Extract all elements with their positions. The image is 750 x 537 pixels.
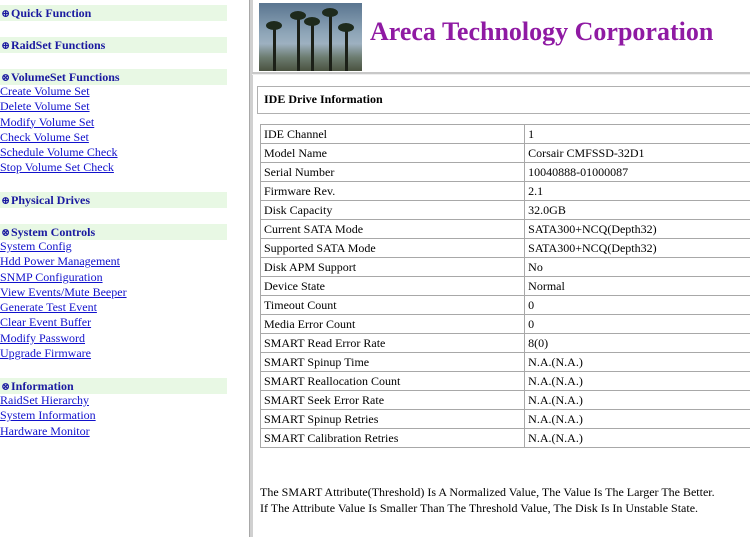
field-label: Model Name xyxy=(259,143,526,163)
nav-section-label: VolumeSet Functions xyxy=(11,70,120,84)
expand-icon: ⊕ xyxy=(1,40,11,52)
table-row: Device State Normal xyxy=(259,276,750,296)
nav-link-view-events[interactable]: View Events/Mute Beeper xyxy=(0,285,127,300)
field-value: 10040888-01000087 xyxy=(524,162,750,182)
nav-link-raidset-hierarchy[interactable]: RaidSet Hierarchy xyxy=(0,393,96,408)
nav-link-hardware-monitor[interactable]: Hardware Monitor xyxy=(0,424,96,439)
company-name: Areca Technology Corporation xyxy=(370,17,714,46)
field-value: SATA300+NCQ(Depth32) xyxy=(524,238,750,258)
field-value: N.A.(N.A.) xyxy=(524,371,750,391)
nav-section-label: Information xyxy=(11,379,74,393)
nav-section-label: System Controls xyxy=(11,225,96,239)
volumeset-links: Create Volume Set Delete Volume Set Modi… xyxy=(0,84,118,176)
field-value: N.A.(N.A.) xyxy=(524,352,750,372)
nav-link-hdd-power-management[interactable]: Hdd Power Management xyxy=(0,254,127,269)
section-title-box: IDE Drive Information xyxy=(257,86,750,114)
nav-section-information[interactable]: ⊗Information xyxy=(0,378,227,394)
expand-icon: ⊕ xyxy=(1,8,11,20)
note-line: If The Attribute Value Is Smaller Than T… xyxy=(260,501,699,515)
table-row: SMART Calibration Retries N.A.(N.A.) xyxy=(259,428,750,448)
table-row: SMART Seek Error Rate N.A.(N.A.) xyxy=(259,390,750,410)
table-row: SMART Spinup Retries N.A.(N.A.) xyxy=(259,409,750,429)
information-links: RaidSet Hierarchy System Information Har… xyxy=(0,393,96,439)
field-label: Supported SATA Mode xyxy=(259,238,526,258)
field-label: IDE Channel xyxy=(259,124,526,144)
page-header: Areca Technology Corporation xyxy=(256,0,750,72)
smart-notes: The SMART Attribute(Threshold) Is A Norm… xyxy=(260,484,715,516)
nav-link-modify-volume-set[interactable]: Modify Volume Set xyxy=(0,115,118,130)
field-label: Serial Number xyxy=(259,162,526,182)
nav-link-check-volume-set[interactable]: Check Volume Set xyxy=(0,130,118,145)
field-value: N.A.(N.A.) xyxy=(524,390,750,410)
field-label: SMART Calibration Retries xyxy=(259,428,526,448)
nav-link-upgrade-firmware[interactable]: Upgrade Firmware xyxy=(0,346,127,361)
field-label: Media Error Count xyxy=(259,314,526,334)
drive-info-table: IDE Channel 1 Model Name Corsair CMFSSD-32D… xyxy=(259,124,750,448)
frame-divider[interactable] xyxy=(249,0,254,537)
field-label: SMART Spinup Retries xyxy=(259,409,526,429)
nav-link-modify-password[interactable]: Modify Password xyxy=(0,331,127,346)
nav-link-system-config[interactable]: System Config xyxy=(0,239,127,254)
field-value: N.A.(N.A.) xyxy=(524,409,750,429)
field-label: Current SATA Mode xyxy=(259,219,526,239)
note-line: The SMART Attribute(Threshold) Is A Norm… xyxy=(260,485,715,499)
page-title: IDE Drive Information xyxy=(264,92,383,106)
table-row: SMART Reallocation Count N.A.(N.A.) xyxy=(259,371,750,391)
table-row: Disk APM Support No xyxy=(259,257,750,277)
field-value: 32.0GB xyxy=(524,200,750,220)
field-label: Timeout Count xyxy=(259,295,526,315)
field-value: SATA300+NCQ(Depth32) xyxy=(524,219,750,239)
field-value: N.A.(N.A.) xyxy=(524,428,750,448)
field-label: Device State xyxy=(259,276,526,296)
nav-link-snmp-configuration[interactable]: SNMP Configuration xyxy=(0,270,127,285)
header-divider xyxy=(252,72,750,75)
table-row: IDE Channel 1 xyxy=(259,124,750,144)
table-row: Serial Number 10040888-01000087 xyxy=(259,162,750,182)
field-value: 2.1 xyxy=(524,181,750,201)
expand-icon: ⊕ xyxy=(1,195,11,207)
nav-link-system-information[interactable]: System Information xyxy=(0,408,96,423)
nav-link-clear-event-buffer[interactable]: Clear Event Buffer xyxy=(0,315,127,330)
nav-section-raidset-functions[interactable]: ⊕RaidSet Functions xyxy=(0,37,227,53)
field-label: SMART Reallocation Count xyxy=(259,371,526,391)
nav-section-system-controls[interactable]: ⊗System Controls xyxy=(0,224,227,240)
field-value: Normal xyxy=(524,276,750,296)
sidebar-nav: ⊕Quick Function ⊕RaidSet Functions ⊗Volu… xyxy=(0,0,227,537)
table-row: Firmware Rev. 2.1 xyxy=(259,181,750,201)
field-label: Disk Capacity xyxy=(259,200,526,220)
field-label: Firmware Rev. xyxy=(259,181,526,201)
nav-link-generate-test-event[interactable]: Generate Test Event xyxy=(0,300,127,315)
system-controls-links: System Config Hdd Power Management SNMP … xyxy=(0,239,127,361)
table-row: Disk Capacity 32.0GB xyxy=(259,200,750,220)
table-row: Supported SATA Mode SATA300+NCQ(Depth32) xyxy=(259,238,750,258)
nav-link-create-volume-set[interactable]: Create Volume Set xyxy=(0,84,118,99)
nav-link-delete-volume-set[interactable]: Delete Volume Set xyxy=(0,99,118,114)
nav-section-physical-drives[interactable]: ⊕Physical Drives xyxy=(0,192,227,208)
table-row: Media Error Count 0 xyxy=(259,314,750,334)
table-row: Model Name Corsair CMFSSD-32D1 xyxy=(259,143,750,163)
table-row: Current SATA Mode SATA300+NCQ(Depth32) xyxy=(259,219,750,239)
table-row: SMART Read Error Rate 8(0) xyxy=(259,333,750,353)
field-value: No xyxy=(524,257,750,277)
nav-section-label: Physical Drives xyxy=(11,193,90,207)
nav-section-volumeset-functions[interactable]: ⊗VolumeSet Functions xyxy=(0,69,227,85)
table-row: Timeout Count 0 xyxy=(259,295,750,315)
field-label: SMART Spinup Time xyxy=(259,352,526,372)
nav-section-quick-function[interactable]: ⊕Quick Function xyxy=(0,5,227,21)
field-label: SMART Read Error Rate xyxy=(259,333,526,353)
field-value: 0 xyxy=(524,295,750,315)
nav-link-schedule-volume-check[interactable]: Schedule Volume Check xyxy=(0,145,118,160)
field-value: Corsair CMFSSD-32D1 xyxy=(524,143,750,163)
field-value: 8(0) xyxy=(524,333,750,353)
nav-section-label: Quick Function xyxy=(11,6,92,20)
nav-section-label: RaidSet Functions xyxy=(11,38,106,52)
field-value: 0 xyxy=(524,314,750,334)
palm-trees-logo-image xyxy=(259,3,362,71)
field-label: Disk APM Support xyxy=(259,257,526,277)
field-value: 1 xyxy=(524,124,750,144)
nav-link-stop-volume-set-check[interactable]: Stop Volume Set Check xyxy=(0,160,118,175)
field-label: SMART Seek Error Rate xyxy=(259,390,526,410)
table-row: SMART Spinup Time N.A.(N.A.) xyxy=(259,352,750,372)
